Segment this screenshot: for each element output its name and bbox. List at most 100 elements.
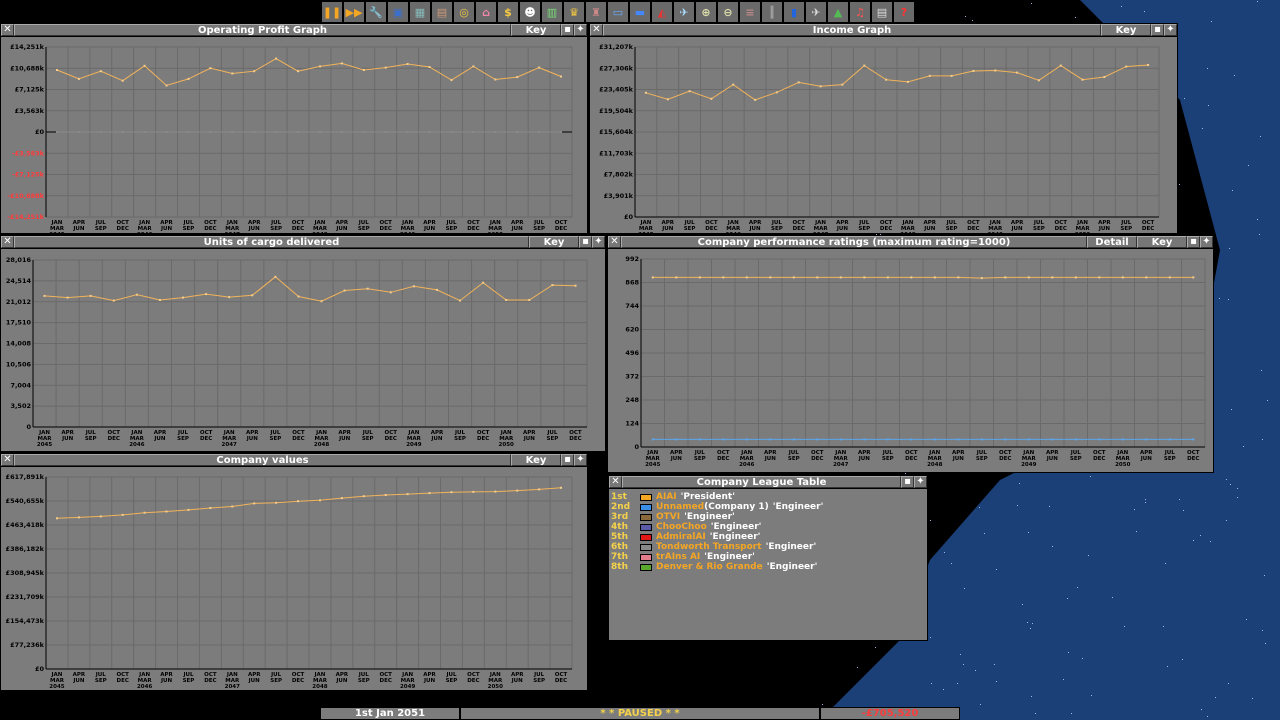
shade-icon[interactable]: ▪: [1187, 236, 1200, 248]
sticky-icon[interactable]: ✦: [914, 476, 927, 488]
x-tick-label: DEC: [117, 678, 129, 684]
finances-icon[interactable]: $: [497, 1, 519, 23]
fast-forward-icon[interactable]: ▶▶: [343, 1, 365, 23]
messages-icon[interactable]: ▤: [871, 1, 893, 23]
y-tick-label: 28,016: [6, 256, 32, 264]
close-icon[interactable]: ✕: [1, 236, 14, 248]
close-icon[interactable]: ✕: [608, 236, 621, 248]
key-button[interactable]: Key: [511, 24, 561, 36]
x-year-label: 2047: [225, 232, 240, 233]
window-title[interactable]: Income Graph: [603, 24, 1101, 36]
data-point: [275, 131, 278, 133]
company-icon-glyph: ☻: [524, 5, 536, 19]
close-icon[interactable]: ✕: [1, 454, 14, 466]
window-title[interactable]: Company values: [14, 454, 511, 466]
y-tick-label: £231,709k: [6, 593, 45, 601]
close-icon[interactable]: ✕: [1, 24, 14, 36]
data-point: [505, 299, 508, 301]
map-icon[interactable]: ▦: [409, 1, 431, 23]
data-point: [560, 75, 562, 78]
build-railway-icon[interactable]: ≡: [739, 1, 761, 23]
company-colour-icon: [640, 563, 652, 571]
data-point: [412, 285, 415, 288]
town-directory-icon[interactable]: ▤: [431, 1, 453, 23]
x-tick-label: JUN: [952, 456, 965, 462]
key-button[interactable]: Key: [529, 236, 579, 248]
build-airport-icon[interactable]: ✈: [805, 1, 827, 23]
data-point: [863, 438, 866, 441]
aircraft-icon[interactable]: ✈: [673, 1, 695, 23]
key-button[interactable]: Key: [511, 454, 561, 466]
x-tick-label: DEC: [477, 436, 489, 442]
station-list-icon[interactable]: ⌂: [475, 1, 497, 23]
build-water-icon[interactable]: ▮: [783, 1, 805, 23]
window-title[interactable]: Units of cargo delivered: [14, 236, 529, 248]
x-tick-label: SEP: [533, 226, 545, 232]
road-vehicles-icon[interactable]: ▬: [629, 1, 651, 23]
settings-icon[interactable]: 🔧: [365, 1, 387, 23]
data-point: [928, 74, 931, 77]
close-icon[interactable]: ✕: [609, 476, 622, 488]
star: [930, 637, 931, 638]
data-point: [209, 131, 212, 133]
status-news[interactable]: * * PAUSED * *: [460, 707, 820, 720]
data-point: [99, 70, 102, 73]
star: [1145, 502, 1146, 503]
pause-icon[interactable]: ❚❚: [321, 1, 343, 23]
window-title[interactable]: Company performance ratings (maximum rat…: [621, 236, 1087, 248]
league-table-icon[interactable]: ♛: [563, 1, 585, 23]
star: [1200, 535, 1201, 536]
close-icon[interactable]: ✕: [590, 24, 603, 36]
data-point: [450, 131, 453, 133]
build-road-icon[interactable]: ║: [761, 1, 783, 23]
data-point: [1016, 71, 1019, 74]
zoom-out-icon[interactable]: ⊖: [717, 1, 739, 23]
detail-button[interactable]: Detail: [1087, 236, 1137, 248]
aircraft-icon-glyph: ✈: [679, 5, 689, 19]
key-button[interactable]: Key: [1137, 236, 1187, 248]
sticky-icon[interactable]: ✦: [592, 236, 605, 248]
graphs-icon[interactable]: ▥: [541, 1, 563, 23]
messages-icon-glyph: ▤: [876, 5, 888, 19]
window-title[interactable]: Operating Profit Graph: [14, 24, 511, 36]
subsidies-icon[interactable]: ◎: [453, 1, 475, 23]
x-tick-label: JUN: [1098, 226, 1111, 232]
landscaping-icon[interactable]: ▲: [827, 1, 849, 23]
sticky-icon[interactable]: ✦: [1200, 236, 1213, 248]
sticky-icon[interactable]: ✦: [1164, 24, 1177, 36]
x-year-label: 2048: [314, 442, 329, 448]
company-icon[interactable]: ☻: [519, 1, 541, 23]
ships-icon[interactable]: ◭: [651, 1, 673, 23]
x-tick-label: DEC: [117, 226, 129, 232]
y-tick-label: 17,510: [6, 319, 32, 327]
trains-icon[interactable]: ▭: [607, 1, 629, 23]
shade-icon[interactable]: ▪: [1151, 24, 1164, 36]
company-colour-icon: [640, 493, 652, 501]
shade-icon[interactable]: ▪: [901, 476, 914, 488]
data-point: [560, 131, 562, 133]
key-button[interactable]: Key: [1101, 24, 1151, 36]
x-tick-label: SEP: [454, 436, 466, 442]
x-year-label: 2050: [488, 232, 503, 233]
y-tick-label: 24,514: [6, 277, 32, 285]
league-row: 8th Denver & Rio Grande 'Engineer': [610, 562, 926, 572]
y-tick-label: 496: [625, 349, 639, 357]
data-point: [135, 293, 138, 296]
y-tick-label: £0: [35, 665, 45, 673]
x-tick-label: JUN: [523, 436, 536, 442]
sticky-icon[interactable]: ✦: [574, 24, 587, 36]
save-icon[interactable]: ▣: [387, 1, 409, 23]
industries-icon[interactable]: ♜: [585, 1, 607, 23]
shade-icon[interactable]: ▪: [579, 236, 592, 248]
status-money[interactable]: -£705,520: [820, 707, 960, 720]
x-tick-label: SEP: [177, 436, 189, 442]
window-title[interactable]: Company League Table: [622, 476, 901, 488]
y-tick-label: £540,655k: [6, 497, 45, 505]
sticky-icon[interactable]: ✦: [574, 454, 587, 466]
data-point: [343, 289, 346, 292]
shade-icon[interactable]: ▪: [561, 24, 574, 36]
shade-icon[interactable]: ▪: [561, 454, 574, 466]
music-icon[interactable]: ♫: [849, 1, 871, 23]
zoom-in-icon[interactable]: ⊕: [695, 1, 717, 23]
help-icon[interactable]: ?: [893, 1, 915, 23]
